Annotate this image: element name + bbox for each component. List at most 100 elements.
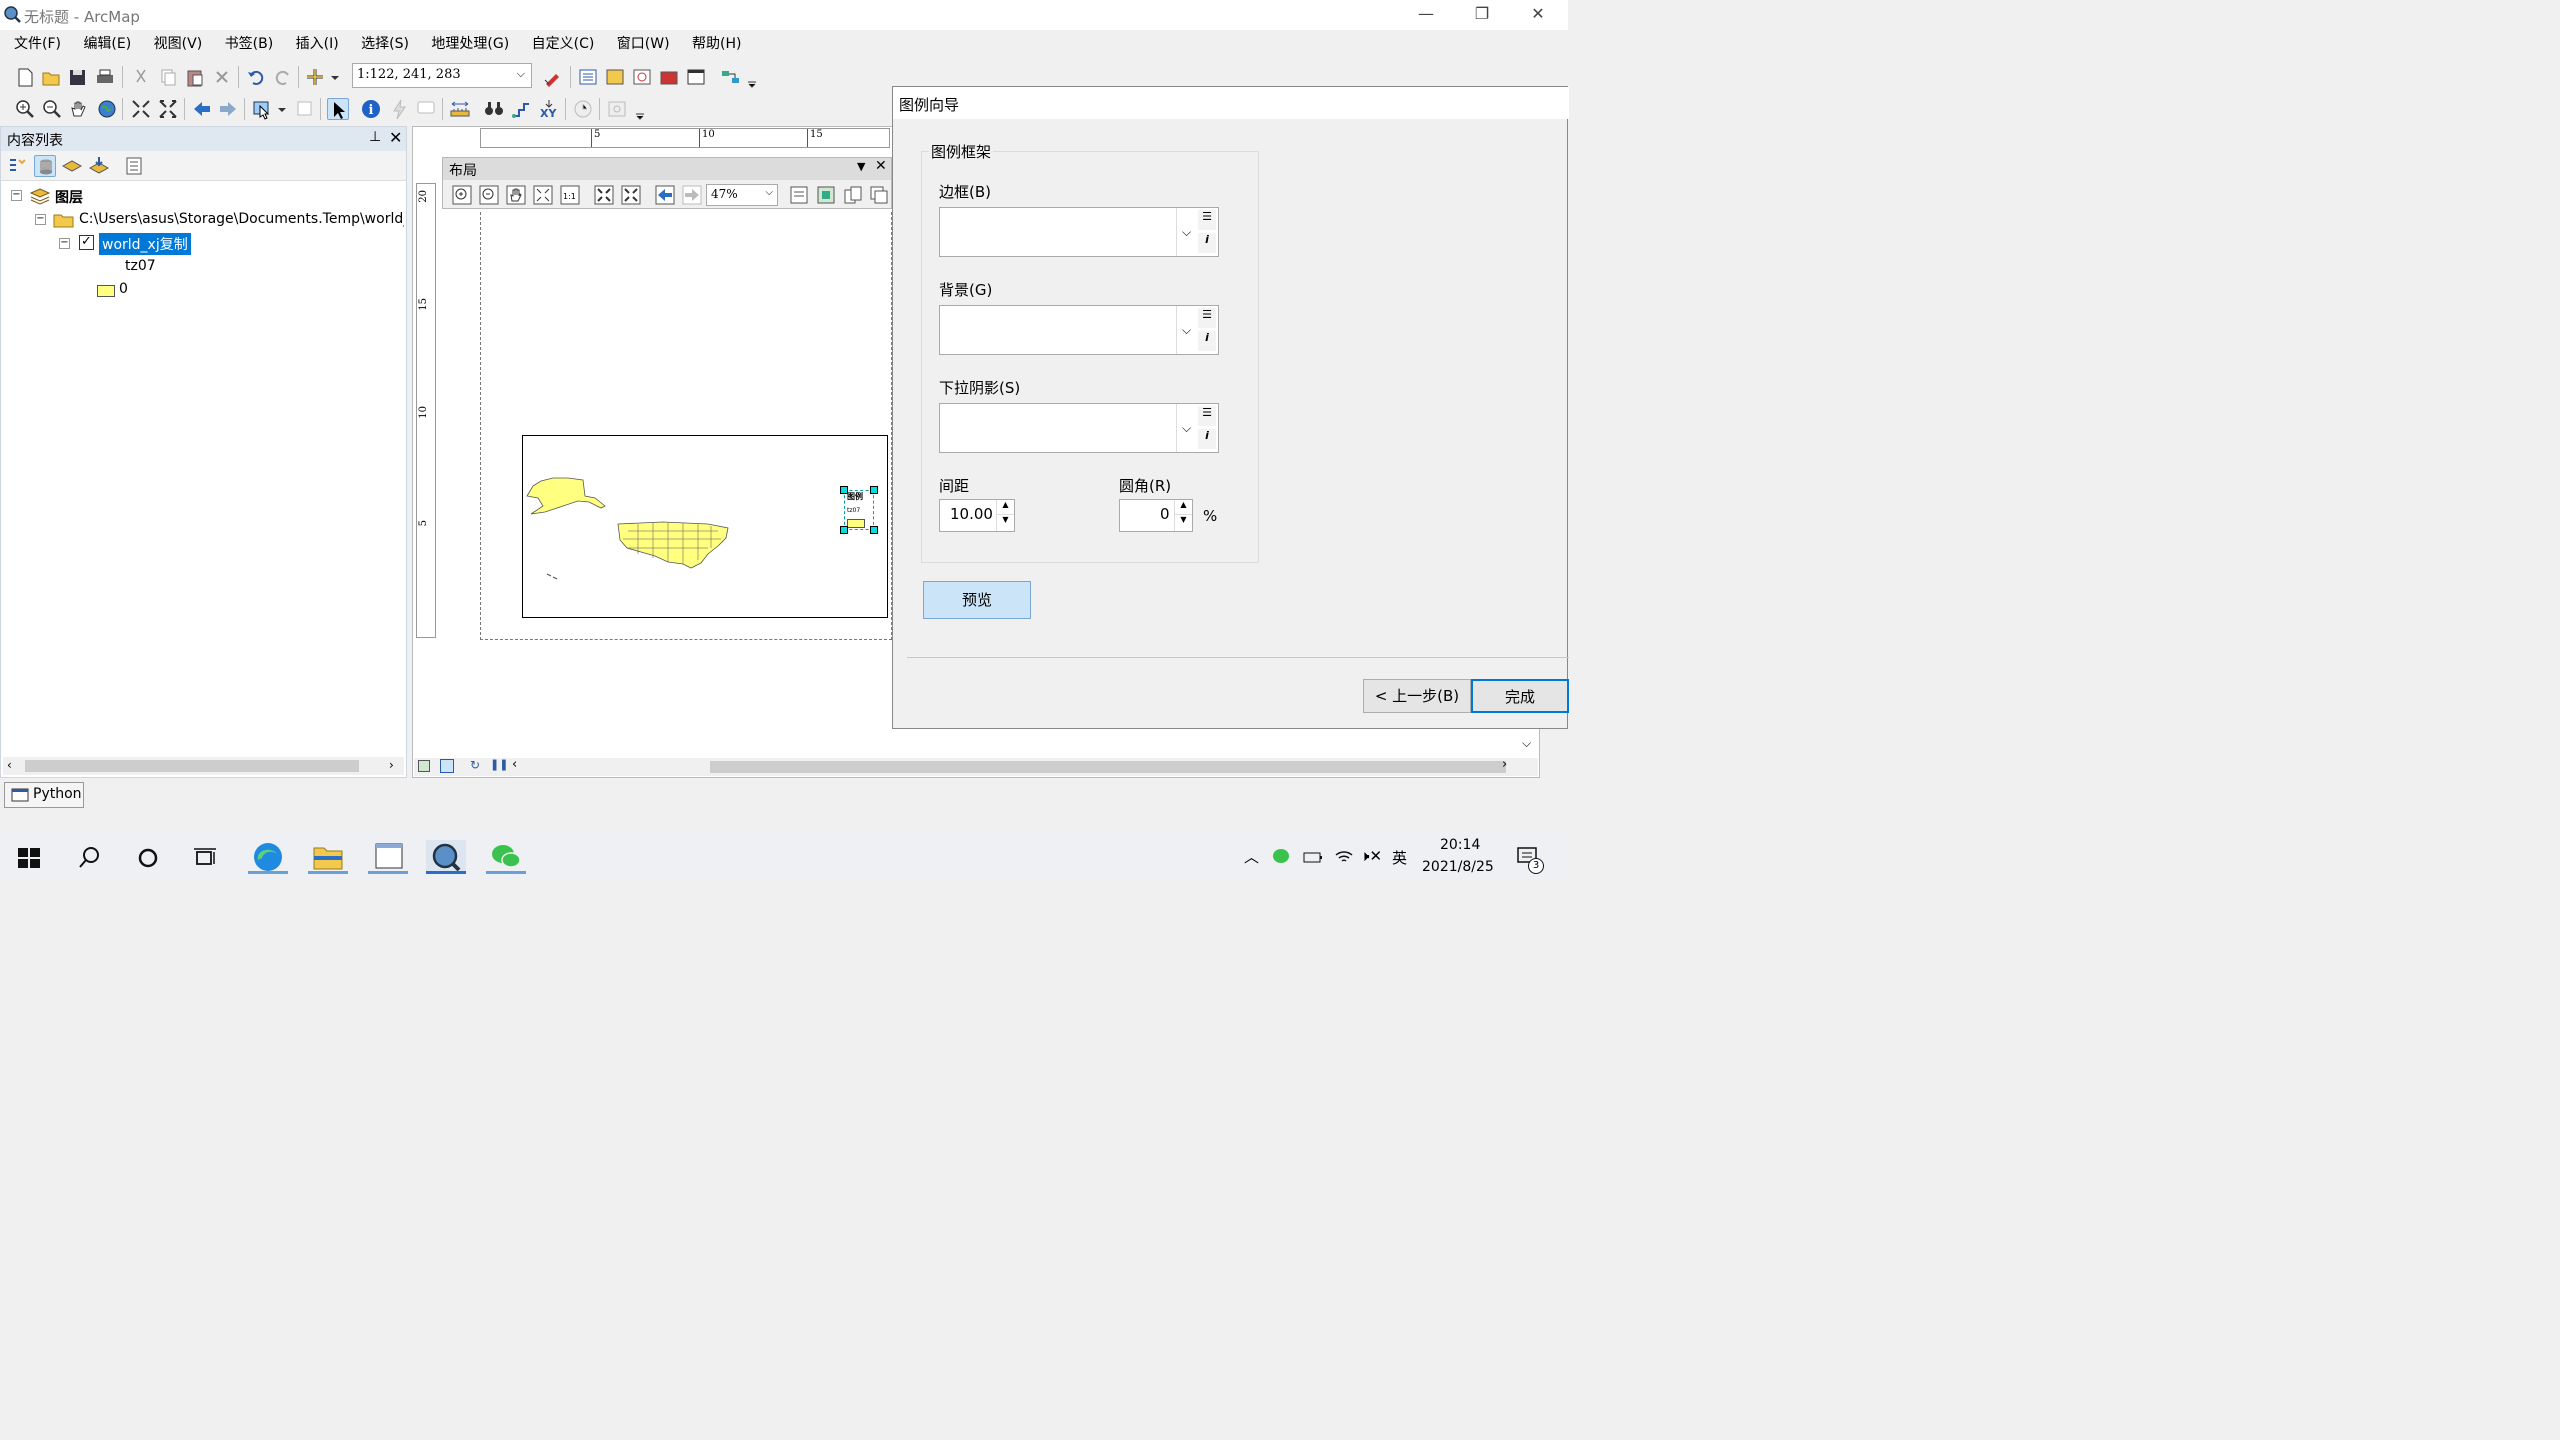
finish-button[interactable]: 完成	[1471, 679, 1569, 713]
scroll-down-icon[interactable]: ⌵	[1522, 736, 1531, 751]
menu-file[interactable]: 文件(F)	[6, 30, 69, 58]
layout-scrollbar-thumb[interactable]	[710, 761, 1506, 773]
layer-visibility-checkbox[interactable]: ✓	[79, 235, 94, 250]
edge-taskbar-icon[interactable]	[248, 840, 288, 874]
menu-geoprocessing[interactable]: 地理处理(G)	[423, 30, 517, 58]
go-back-icon[interactable]	[191, 98, 213, 120]
delete-icon[interactable]	[211, 66, 233, 88]
cortana-icon[interactable]	[136, 846, 160, 870]
properties-icon[interactable]: i	[1198, 233, 1216, 253]
drop-shadow-combo[interactable]: ⌵ ☰ i	[939, 403, 1219, 453]
goto-xy-icon[interactable]: XY	[538, 98, 560, 120]
save-icon[interactable]	[66, 66, 88, 88]
open-icon[interactable]	[40, 66, 62, 88]
battery-icon[interactable]	[1302, 848, 1324, 866]
layer-name-label[interactable]: world_xj复制	[99, 233, 191, 255]
python-tab[interactable]: Python	[4, 782, 84, 808]
layout-pan-icon[interactable]	[505, 184, 527, 206]
select-features-icon[interactable]	[252, 98, 288, 120]
pin-icon[interactable]: ⊥	[369, 129, 381, 145]
windows-start-icon[interactable]	[18, 848, 40, 868]
gap-spinner[interactable]: 10.00 ▲ ▼	[939, 499, 1015, 532]
background-combo[interactable]: ⌵ ☰ i	[939, 305, 1219, 355]
scroll-left-icon[interactable]: ‹	[512, 757, 517, 772]
toolbar-menu-icon[interactable]: ▼	[857, 160, 865, 173]
selection-handle[interactable]	[840, 526, 848, 534]
layers-root-label[interactable]: 图层	[55, 187, 83, 207]
html-popup-icon[interactable]	[415, 98, 437, 120]
model-builder-icon[interactable]	[720, 66, 742, 88]
toolbar-overflow-icon[interactable]	[746, 66, 758, 88]
toc-window-icon[interactable]	[577, 66, 599, 88]
source-folder-path[interactable]: C:\Users\asus\Storage\Documents.Temp\wor…	[79, 211, 404, 227]
undo-icon[interactable]	[245, 66, 267, 88]
class-symbol-swatch[interactable]	[97, 285, 115, 297]
preview-button[interactable]: 预览	[923, 581, 1031, 619]
scrollbar-thumb[interactable]	[25, 760, 359, 772]
task-view-icon[interactable]	[194, 846, 218, 870]
find-icon[interactable]	[483, 98, 505, 120]
chevron-down-icon[interactable]: ⌵	[1176, 208, 1196, 256]
hyperlink-icon[interactable]	[388, 98, 410, 120]
catalog-window-icon[interactable]	[604, 66, 626, 88]
ime-indicator[interactable]: 英	[1392, 847, 1407, 868]
data-view-icon[interactable]	[418, 760, 430, 772]
layout-toolbar-header[interactable]: 布局 ▼ ✕	[443, 158, 891, 180]
data-frame[interactable]	[522, 435, 888, 618]
menu-help[interactable]: 帮助(H)	[684, 30, 749, 58]
new-document-icon[interactable]	[14, 66, 36, 88]
menu-insert[interactable]: 插入(I)	[288, 30, 347, 58]
zoom-whole-page-icon[interactable]	[532, 184, 554, 206]
legend-element[interactable]: 图例 tz07	[844, 490, 874, 530]
measure-icon[interactable]	[449, 98, 471, 120]
symbol-selector-icon[interactable]: ☰	[1198, 308, 1216, 328]
toggle-draft-mode-icon[interactable]	[788, 184, 810, 206]
layout-view-icon[interactable]	[440, 759, 454, 773]
create-viewer-window-icon[interactable]	[606, 98, 628, 120]
layout-zoom-out-icon[interactable]	[478, 184, 500, 206]
maximize-button[interactable]: ❐	[1454, 0, 1510, 30]
paste-icon[interactable]	[184, 66, 206, 88]
properties-icon[interactable]: i	[1198, 429, 1216, 449]
clock-time[interactable]: 20:14	[1440, 837, 1480, 853]
go-forward-icon[interactable]	[217, 98, 239, 120]
clear-selection-icon[interactable]	[294, 98, 316, 120]
copy-icon[interactable]	[157, 66, 179, 88]
collapse-folder-toggle[interactable]: −	[35, 214, 46, 225]
file-explorer-taskbar-icon[interactable]	[308, 840, 348, 874]
rounding-spinner[interactable]: 0 ▲ ▼	[1119, 499, 1193, 532]
close-icon[interactable]: ✕	[875, 158, 887, 174]
selection-handle[interactable]	[870, 486, 878, 494]
scroll-right-icon[interactable]: ›	[1502, 757, 1507, 772]
toolbar-overflow-icon-2[interactable]	[634, 98, 646, 120]
border-combo[interactable]: ⌵ ☰ i	[939, 207, 1219, 257]
add-data-icon[interactable]	[305, 66, 341, 88]
scroll-right-icon[interactable]: ›	[389, 758, 394, 772]
spin-up-icon[interactable]: ▲	[1174, 500, 1192, 515]
editor-toolbar-icon[interactable]	[542, 66, 564, 88]
symbol-selector-icon[interactable]: ☰	[1198, 406, 1216, 426]
spin-down-icon[interactable]: ▼	[996, 515, 1014, 531]
search-window-icon[interactable]	[631, 66, 653, 88]
focus-data-frame-icon[interactable]	[815, 184, 837, 206]
collapse-layer-toggle[interactable]: −	[59, 238, 70, 249]
time-slider-icon[interactable]	[572, 98, 594, 120]
close-icon[interactable]: ✕	[389, 128, 402, 147]
menu-selection[interactable]: 选择(S)	[353, 30, 417, 58]
redo-icon[interactable]	[272, 66, 294, 88]
identify-icon[interactable]: i	[360, 98, 382, 120]
fixed-zoom-out-icon[interactable]	[157, 98, 179, 120]
fixed-zoom-in-icon[interactable]	[130, 98, 152, 120]
select-elements-icon[interactable]	[327, 98, 349, 120]
search-icon[interactable]	[78, 846, 102, 870]
wechat-tray-icon[interactable]	[1272, 848, 1292, 866]
pause-drawing-icon[interactable]: ❚❚	[490, 758, 508, 771]
collapse-layers-toggle[interactable]: −	[11, 190, 22, 201]
chevron-up-icon[interactable]: ︿	[1244, 846, 1259, 867]
zoom-in-icon[interactable]	[14, 98, 36, 120]
print-icon[interactable]	[94, 66, 116, 88]
map-scale-combo[interactable]: 1:122, 241, 283 ⌵	[352, 63, 532, 88]
arctoolbox-icon[interactable]	[658, 66, 680, 88]
chevron-down-icon[interactable]: ⌵	[1176, 404, 1196, 452]
spin-down-icon[interactable]: ▼	[1174, 515, 1192, 531]
